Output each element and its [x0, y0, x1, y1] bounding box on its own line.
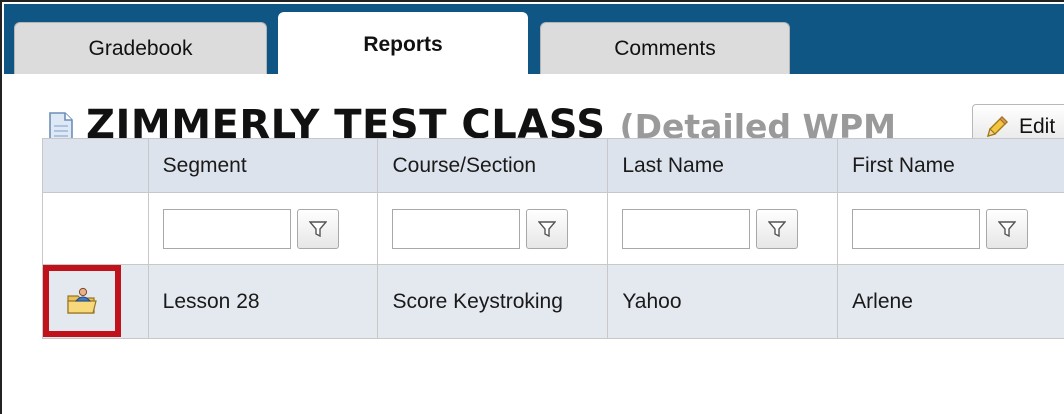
funnel-icon [538, 220, 557, 237]
column-header-course-section[interactable]: Course/Section [377, 138, 609, 193]
edit-button-label: Edit [1019, 115, 1056, 138]
tab-comments-label: Comments [614, 36, 716, 60]
funnel-icon [998, 220, 1017, 237]
table-row[interactable]: Lesson 28 Score Keystroking Yahoo Arlene [42, 264, 1064, 339]
course-section-filter-button[interactable] [526, 208, 569, 249]
first-name-filter-input[interactable] [852, 208, 981, 249]
funnel-icon [308, 220, 327, 237]
filter-cell-segment [147, 192, 379, 265]
cell-course-section: Score Keystroking [377, 264, 609, 339]
funnel-icon [768, 220, 787, 237]
pencil-icon [986, 116, 1008, 138]
cell-last-name: Yahoo [607, 264, 839, 339]
column-header-segment[interactable]: Segment [147, 138, 379, 193]
tab-gradebook-label: Gradebook [88, 36, 193, 60]
row-open-button[interactable] [43, 265, 121, 337]
first-name-filter-button[interactable] [986, 208, 1029, 249]
table-header-row: Segment Course/Section Last Name First N… [42, 138, 1064, 193]
filter-cell-first-name [837, 192, 1064, 265]
segment-filter-input[interactable] [162, 208, 291, 249]
tab-gradebook[interactable]: Gradebook [14, 22, 267, 74]
filter-cell-last-name [607, 192, 839, 265]
column-header-last-name[interactable]: Last Name [607, 138, 839, 193]
row-action-cell [42, 264, 149, 339]
app-frame: Gradebook Reports Comments ZIMMERLY TEST… [0, 0, 1064, 414]
course-section-filter-input[interactable] [392, 208, 521, 249]
tab-bar: Gradebook Reports Comments [4, 4, 1064, 76]
column-header-first-name[interactable]: First Name [837, 138, 1064, 193]
cell-first-name: Arlene [837, 264, 1064, 339]
open-folder-user-icon [67, 287, 97, 314]
last-name-filter-input[interactable] [622, 208, 751, 249]
tab-reports-label: Reports [363, 33, 443, 56]
filter-cell-course-section [377, 192, 609, 265]
wpm-table: Segment Course/Section Last Name First N… [42, 138, 1064, 339]
tab-comments[interactable]: Comments [540, 22, 790, 74]
cell-segment: Lesson 28 [147, 264, 379, 339]
filter-cell-actions [42, 192, 149, 265]
column-header-actions [42, 138, 149, 193]
tab-reports[interactable]: Reports [278, 12, 528, 76]
table-filter-row [42, 192, 1064, 265]
segment-filter-button[interactable] [296, 208, 339, 249]
last-name-filter-button[interactable] [756, 208, 799, 249]
